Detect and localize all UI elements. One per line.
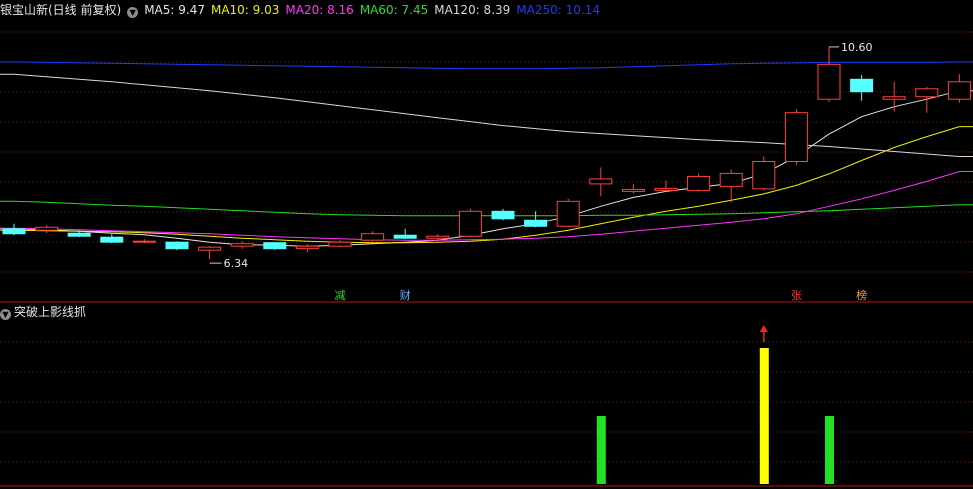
ma-line-ma60 (0, 200, 973, 217)
signal-bar (596, 416, 606, 484)
candle-body (393, 234, 417, 239)
candle-body (947, 81, 971, 100)
candle-body (2, 228, 26, 235)
high-price-label: 10.60 (841, 41, 873, 54)
candle-body (915, 88, 939, 98)
event-marker: 财 (400, 288, 411, 302)
candle-body (556, 200, 580, 227)
signal-bar (759, 348, 769, 484)
candle-body (361, 233, 385, 241)
candle-body (230, 243, 254, 247)
candle-body (328, 241, 352, 247)
candle-body (589, 178, 613, 185)
candle-body (295, 245, 319, 250)
candle-body (784, 112, 808, 162)
candle-body (67, 232, 91, 237)
candle-body (491, 210, 515, 220)
candle-body (263, 242, 287, 250)
candle-body (198, 246, 222, 251)
candle-body (817, 63, 841, 100)
candle-body (719, 172, 743, 187)
candle-body (850, 78, 874, 93)
ma-line-ma20 (0, 171, 973, 241)
ma-line-ma10 (0, 126, 973, 244)
candle-body (524, 219, 548, 227)
candle-body (687, 175, 711, 191)
ma-line-ma5 (0, 90, 973, 247)
signal-arrow-head (759, 325, 768, 332)
candle-body (654, 187, 678, 191)
event-marker: 榜 (856, 288, 867, 302)
candle-body (35, 226, 59, 231)
signal-bar (825, 416, 834, 484)
candle-body (165, 241, 189, 250)
price-chart[interactable]: 10.60 6.34 减 财 张 榜 (0, 0, 973, 489)
candle-body (458, 210, 482, 237)
candle-body (882, 96, 906, 100)
candle-body (621, 188, 645, 192)
candle-body (752, 160, 776, 190)
event-marker: 减 (335, 289, 346, 302)
candle-body (426, 235, 450, 239)
candle-body (100, 236, 124, 243)
candle-body (132, 240, 156, 243)
event-marker: 张 (791, 289, 802, 302)
low-price-label: 6.34 (224, 257, 249, 270)
